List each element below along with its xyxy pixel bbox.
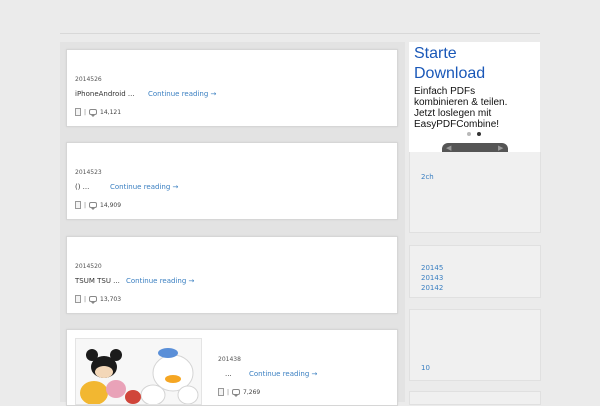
view-count: 7,269 (243, 388, 261, 396)
ad-text[interactable]: Einfach PDFs kombinieren & teilen. Jetzt… (414, 86, 507, 130)
post-title[interactable]: TSUM TSU ... (75, 277, 120, 285)
sidebar-widget: 10 (409, 309, 541, 381)
sidebar-widget: ◀ ▶ 2ch (409, 132, 541, 233)
carousel-prev-arrow[interactable]: ◀ (446, 144, 451, 152)
post-meta: | 14,909 (75, 201, 122, 210)
view-count: 13,703 (100, 295, 122, 303)
view-count: 14,909 (100, 201, 122, 209)
post-card: 2014523 () ... Continue reading → | 14,9… (66, 142, 398, 220)
archive-link[interactable]: 20142 (421, 284, 443, 292)
document-icon (75, 108, 81, 116)
continue-reading-link[interactable]: Continue reading → (110, 183, 178, 191)
meta-separator: | (84, 108, 87, 116)
archive-link[interactable]: 20145 (421, 264, 443, 272)
post-date: 2014520 (75, 263, 102, 270)
meta-separator: | (84, 201, 87, 209)
post-meta: | 14,121 (75, 108, 122, 117)
post-meta: | 7,269 (218, 388, 261, 397)
ad-headline[interactable]: Starte Download (414, 44, 485, 84)
document-icon (75, 295, 81, 303)
archive-link[interactable]: 20143 (421, 274, 443, 282)
meta-separator: | (227, 388, 230, 396)
post-date: 2014523 (75, 169, 102, 176)
continue-reading-link[interactable]: Continue reading → (148, 90, 216, 98)
document-icon (75, 201, 81, 209)
carousel-dot[interactable] (467, 132, 471, 136)
comment-icon (232, 389, 241, 397)
ad-carousel-dots (467, 132, 481, 136)
comment-icon (89, 109, 98, 117)
sidebar-widget (409, 391, 541, 405)
post-date: 201438 (218, 356, 241, 363)
post-card: 2014526 iPhoneAndroid ... Continue readi… (66, 49, 398, 127)
post-title[interactable]: iPhoneAndroid ... (75, 90, 135, 98)
tsum-tsum-plush-image (80, 348, 199, 404)
document-icon (218, 388, 224, 396)
sidebar-link-2ch[interactable]: 2ch (421, 173, 434, 181)
post-title[interactable]: () ... (75, 183, 89, 191)
sidebar-archives-widget: 20145 20143 20142 (409, 245, 541, 298)
post-date: 2014526 (75, 76, 102, 83)
carousel-dot-active[interactable] (477, 132, 481, 136)
continue-reading-link[interactable]: Continue reading → (249, 370, 317, 378)
meta-separator: | (84, 295, 87, 303)
comment-icon (89, 202, 98, 210)
continue-reading-link[interactable]: Continue reading → (126, 277, 194, 285)
view-count: 14,121 (100, 108, 122, 116)
post-title[interactable]: ... (225, 370, 232, 378)
header-divider (60, 33, 540, 34)
post-thumbnail[interactable] (75, 338, 202, 405)
comment-icon (89, 296, 98, 304)
carousel-next-arrow[interactable]: ▶ (498, 144, 503, 152)
sidebar-count-link[interactable]: 10 (421, 364, 430, 372)
post-card: 2014520 TSUM TSU ... Continue reading → … (66, 236, 398, 314)
post-meta: | 13,703 (75, 295, 122, 304)
